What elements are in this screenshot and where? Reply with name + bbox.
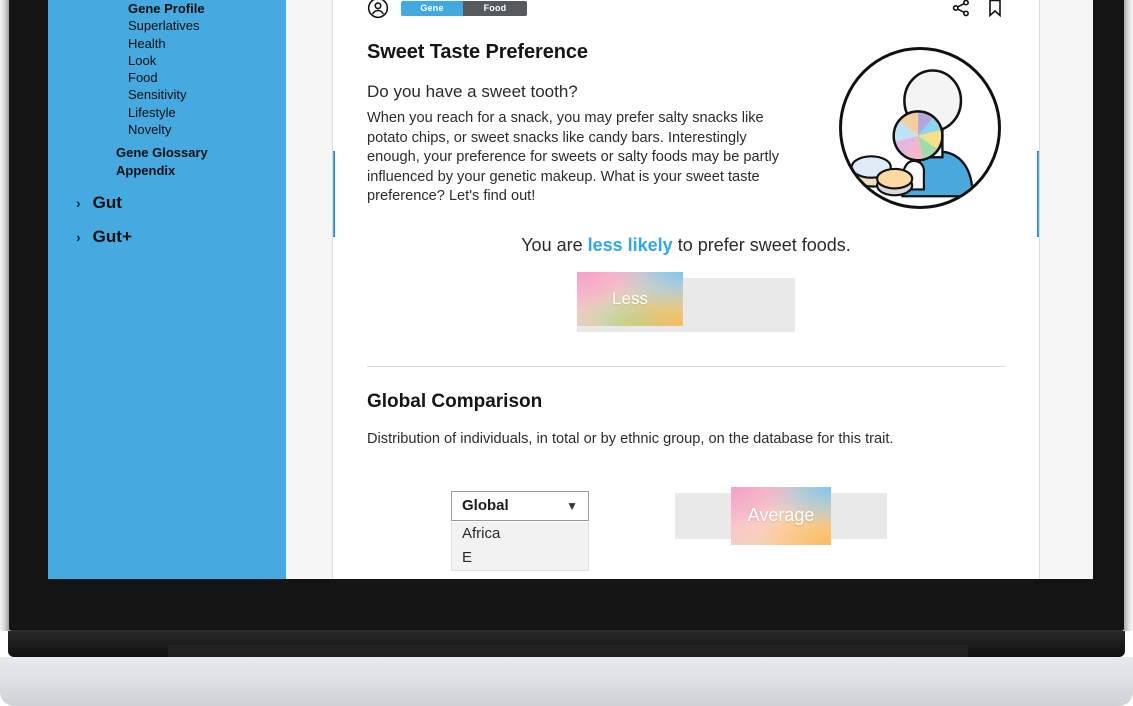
sidebar-item-gene-profile[interactable]: Gene Profile [48, 0, 286, 17]
trait-card: Gene Food Sweet Taste Preference Do you … [332, 0, 1040, 579]
person-with-lollipop-icon [839, 47, 1001, 209]
verdict-statement: You are less likely to prefer sweet food… [367, 235, 1005, 256]
sidebar-item-gut[interactable]: › Gut [48, 193, 286, 213]
next-page-button[interactable] [1037, 151, 1039, 237]
sidebar-item-food[interactable]: Food [48, 69, 286, 86]
chevron-down-icon: ▼ [566, 498, 578, 513]
verdict-highlight: less likely [587, 234, 673, 255]
laptop-screen-bezel: Gene ⌄ Test 2 (November 9, 2021) Gene Pr… [0, 0, 1133, 631]
sidebar-item-superlatives[interactable]: Superlatives [48, 17, 286, 34]
verdict-suffix: to prefer sweet foods. [672, 234, 851, 255]
verdict-prefix: You are [521, 234, 588, 255]
region-select-options[interactable]: Africa E [451, 521, 589, 571]
card-toolbar: Gene Food [367, 0, 1005, 21]
user-circle-icon [367, 0, 389, 19]
sidebar-item-gut-plus-label: Gut+ [92, 226, 132, 246]
breadcrumb-segments: Gene Food [401, 0, 527, 16]
bookmark-icon[interactable] [985, 0, 1005, 18]
sidebar-item-gut-plus[interactable]: › Gut+ [48, 227, 286, 247]
sidebar-item-appendix[interactable]: Appendix [48, 162, 286, 179]
prev-page-button[interactable] [333, 151, 335, 237]
sidebar-scroll[interactable]: Gene ⌄ Test 2 (November 9, 2021) Gene Pr… [48, 0, 286, 247]
laptop-display: Gene ⌄ Test 2 (November 9, 2021) Gene Pr… [48, 0, 1093, 579]
sidebar-item-lifestyle[interactable]: Lifestyle [48, 104, 286, 121]
sidebar-item-gene-glossary[interactable]: Gene Glossary [48, 144, 286, 161]
comparison-meter: Average [675, 486, 887, 545]
sidebar: Gene ⌄ Test 2 (November 9, 2021) Gene Pr… [48, 0, 286, 579]
comparison-meter-fill: Average [731, 486, 831, 545]
region-option-partial[interactable]: E [452, 546, 588, 570]
result-meter: Less [577, 271, 795, 332]
breadcrumb: Gene Food [367, 0, 527, 19]
breadcrumb-segment-gene[interactable]: Gene [401, 0, 463, 16]
chevron-right-icon: › [76, 228, 81, 245]
region-select-value: Global [462, 497, 509, 515]
sidebar-item-health[interactable]: Health [48, 35, 286, 52]
global-comparison-controls: Global ▼ Africa E Average [367, 486, 1005, 571]
sidebar-item-sensitivity[interactable]: Sensitivity [48, 86, 286, 103]
app-window: Gene ⌄ Test 2 (November 9, 2021) Gene Pr… [48, 0, 1093, 579]
chevron-right-icon: › [76, 194, 81, 211]
region-select-wrap: Global ▼ Africa E [451, 490, 589, 571]
sidebar-item-novelty[interactable]: Novelty [48, 121, 286, 138]
card-actions [951, 0, 1005, 18]
laptop-mockup-scene: Gene ⌄ Test 2 (November 9, 2021) Gene Pr… [0, 0, 1133, 706]
result-meter-wrap: Less [367, 271, 1005, 332]
region-select[interactable]: Global ▼ [451, 490, 589, 521]
result-meter-fill: Less [577, 271, 683, 326]
laptop-base [0, 657, 1133, 706]
sidebar-item-look[interactable]: Look [48, 52, 286, 69]
section-body: When you reach for a snack, you may pref… [367, 110, 780, 205]
region-option-africa[interactable]: Africa [452, 522, 588, 546]
main-content: Gene Food Sweet Taste Preference Do you … [286, 0, 1093, 579]
divider [367, 365, 1005, 367]
global-comparison-description: Distribution of individuals, in total or… [367, 430, 894, 447]
sidebar-item-gut-label: Gut [92, 192, 122, 212]
share-icon[interactable] [951, 0, 971, 18]
global-comparison-heading: Global Comparison [367, 390, 543, 412]
breadcrumb-segment-food[interactable]: Food [463, 0, 527, 16]
